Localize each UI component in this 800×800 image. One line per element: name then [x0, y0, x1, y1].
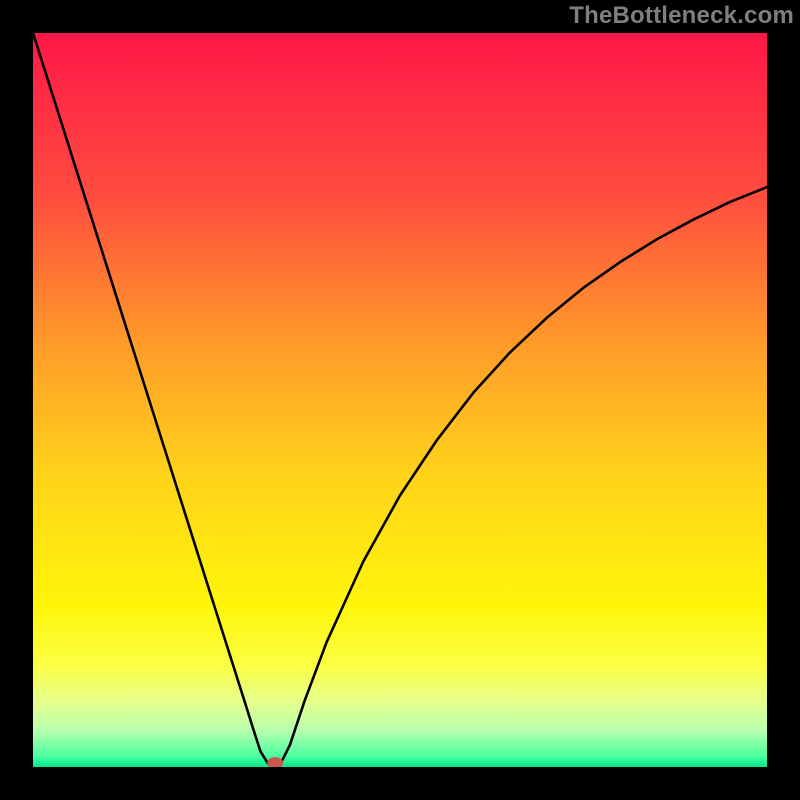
plot-area — [33, 33, 767, 767]
gradient-background — [33, 33, 767, 767]
chart-frame: TheBottleneck.com — [0, 0, 800, 800]
bottleneck-chart — [33, 33, 767, 767]
watermark-text: TheBottleneck.com — [569, 2, 794, 30]
